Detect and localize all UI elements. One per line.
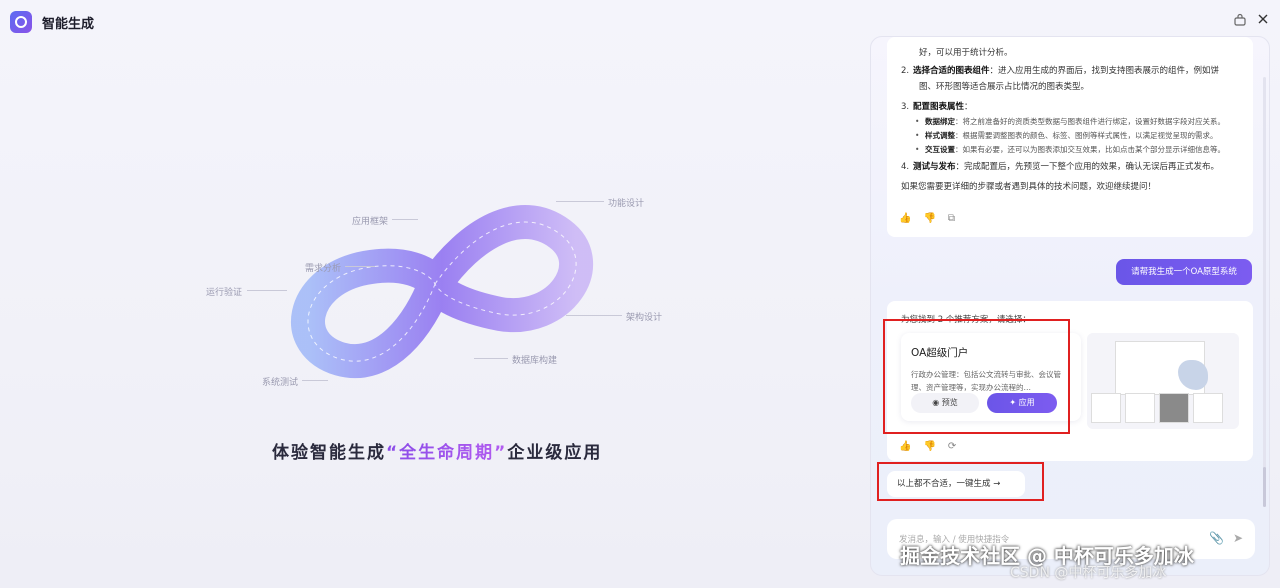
connector-line: [474, 358, 508, 359]
connector-line: [345, 266, 375, 267]
scrollbar-track[interactable]: [1263, 77, 1266, 507]
connector-line: [556, 201, 604, 202]
node-label: 功能设计: [608, 199, 645, 209]
copy-icon[interactable]: ⧉: [948, 213, 955, 224]
close-icon[interactable]: [1254, 13, 1272, 31]
user-message-bubble: 请帮我生成一个OA原型系统: [1116, 259, 1252, 285]
node-label: 架构设计: [626, 313, 663, 323]
message-closing: 如果您需要更详细的步骤或者遇到具体的技术问题，欢迎继续提问！: [901, 182, 1157, 192]
message-subpoint: 数据绑定：将之前准备好的资质类型数据与图表组件进行绑定，设置好数据字段对应关系。: [901, 115, 1239, 129]
scrollbar-thumb[interactable]: [1263, 467, 1266, 507]
connector-line: [392, 219, 418, 220]
preview-thumbnail: [1125, 393, 1155, 423]
refresh-icon[interactable]: ⟳: [948, 441, 956, 452]
highlight-box: [877, 462, 1044, 501]
message-subpoint: 交互设置：如果有必要，还可以为图表添加交互效果，比如点击某个部分显示详细信息等。: [901, 143, 1239, 157]
preview-thumbnail-main: [1115, 341, 1208, 395]
thumbs-up-icon[interactable]: 👍: [899, 441, 911, 452]
watermark-sub: CSDN @中杯可乐多加冰: [1010, 565, 1167, 581]
message-actions: 👍 👎 ⧉: [899, 213, 955, 224]
preview-thumbnail: [1193, 393, 1223, 423]
tagline-highlight: “全生命周期”: [386, 443, 508, 463]
attachment-icon[interactable]: 📎: [1209, 531, 1224, 545]
node-label: 数据库构建: [512, 356, 558, 366]
infinity-loop-illustration: [291, 205, 594, 378]
node-label: 系统测试: [262, 378, 299, 388]
hero-section: 应用框架 功能设计 需求分析 运行验证 架构设计 数据库构建 系统测试 体验智能…: [0, 44, 868, 588]
ai-message-card: 好，可以用于统计分析。 2. 选择合适的图表组件：进入应用生成的界面后，找到支持图…: [887, 37, 1253, 237]
message-step: 3. 配置图表属性：: [901, 102, 973, 112]
connector-line: [247, 290, 287, 291]
plan-preview-image[interactable]: [1087, 333, 1239, 429]
thumbs-up-icon[interactable]: 👍: [899, 213, 911, 224]
connector-line: [302, 380, 328, 381]
message-step: 4. 测试与发布：完成配置后，先预览一下整个应用的效果，确认无误后再正式发布。: [901, 162, 1220, 172]
message-line: 好，可以用于统计分析。: [919, 48, 1013, 58]
message-step: 2. 选择合适的图表组件：进入应用生成的界面后，找到支持图表展示的组件，例如饼: [901, 66, 1220, 76]
app-title: 智能生成: [42, 17, 95, 32]
preview-thumbnail: [1159, 393, 1189, 423]
thumbs-down-icon[interactable]: 👎: [923, 213, 935, 224]
send-icon[interactable]: ➤: [1233, 531, 1243, 545]
tagline-pre: 体验智能生成: [272, 443, 386, 463]
tagline-post: 企业级应用: [507, 443, 603, 463]
node-label: 需求分析: [305, 264, 342, 274]
message-actions: 👍 👎 ⟳: [899, 441, 956, 452]
thumbs-down-icon[interactable]: 👎: [923, 441, 935, 452]
hero-tagline: 体验智能生成“全生命周期”企业级应用: [272, 438, 602, 463]
preview-thumbnail: [1091, 393, 1121, 423]
message-subpoint: 样式调整：根据需要调整图表的颜色、标签、图例等样式属性，以满足视觉呈现的需求。: [901, 129, 1239, 143]
connector-line: [566, 315, 622, 316]
highlight-box: [883, 319, 1070, 434]
message-line: 图、环形图等适合展示占比情况的图表类型。: [919, 82, 1090, 92]
map-graphic: [1178, 360, 1208, 390]
app-logo-icon: [10, 11, 32, 33]
node-label: 运行验证: [206, 288, 243, 298]
share-icon[interactable]: [1231, 13, 1249, 31]
node-label: 应用框架: [352, 217, 389, 227]
